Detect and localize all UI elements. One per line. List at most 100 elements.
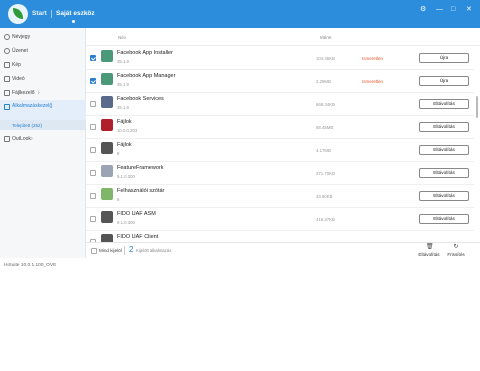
app-name: FIDO UAF Client bbox=[117, 234, 159, 240]
app-size: 58.45MB bbox=[316, 125, 334, 130]
scrollbar[interactable] bbox=[476, 96, 478, 118]
tab-divider bbox=[51, 10, 52, 18]
app-version: 35.1.9 bbox=[117, 105, 129, 110]
row-checkbox[interactable] bbox=[90, 170, 96, 176]
row-checkbox[interactable] bbox=[90, 78, 96, 84]
video-icon bbox=[4, 76, 10, 82]
status-text: Ismeretlen bbox=[362, 56, 384, 61]
app-list-panel: Név Méret Facebook App Installer 35.1.9 10… bbox=[86, 28, 480, 242]
app-version: 8 bbox=[117, 151, 120, 156]
sidebar-item-images[interactable]: Kép bbox=[0, 58, 86, 72]
app-icon bbox=[101, 50, 113, 62]
chevron-right-icon: › bbox=[38, 89, 40, 96]
folder-icon bbox=[4, 90, 10, 96]
title-bar: Start Saját eszköz ⚙ — □ ✕ bbox=[0, 0, 480, 28]
row-checkbox[interactable] bbox=[90, 55, 96, 61]
active-tab-indicator bbox=[72, 20, 75, 23]
app-icon bbox=[101, 234, 113, 242]
hisuite-logo-icon bbox=[8, 4, 28, 24]
maximize-icon[interactable]: □ bbox=[451, 6, 455, 13]
close-icon[interactable]: ✕ bbox=[466, 6, 472, 13]
app-name: Facebook App Manager bbox=[117, 73, 176, 79]
chevron-down-icon: ⌄ bbox=[49, 103, 54, 110]
select-all-label[interactable]: Mind kijelöl bbox=[99, 248, 122, 253]
table-row[interactable]: Facebook App Installer 35.1.9 104.45KB Isme… bbox=[86, 47, 474, 70]
table-row[interactable]: Fájlok 8 4.17MB Eltávolítás bbox=[86, 139, 474, 162]
table-row[interactable]: FIDO UAF ASM 9.1.0.300 415.37KB Eltávolítás bbox=[86, 208, 474, 231]
row-checkbox[interactable] bbox=[90, 193, 96, 199]
settings-icon[interactable]: ⚙ bbox=[420, 6, 426, 13]
row-action-button[interactable]: Eltávolítás bbox=[419, 191, 469, 201]
table-row[interactable]: FeatureFramework 9.1.0.300 271.70KB Eltávol… bbox=[86, 162, 474, 185]
app-size: 4.17MB bbox=[316, 148, 331, 153]
refresh-icon: ↻ bbox=[453, 244, 459, 250]
app-version: 35.1.9 bbox=[117, 82, 129, 87]
chevron-right-icon: › bbox=[31, 135, 33, 142]
app-icon bbox=[101, 188, 113, 200]
sidebar-item-messages[interactable]: Üzenet bbox=[0, 44, 86, 58]
image-icon bbox=[4, 62, 10, 68]
tab-start[interactable]: Start bbox=[32, 10, 47, 17]
sidebar-item-videos[interactable]: Videó bbox=[0, 72, 86, 86]
table-row[interactable]: Facebook Services 35.1.9 668.34KB Eltávolít… bbox=[86, 93, 474, 116]
divider bbox=[124, 246, 125, 255]
app-size: 668.34KB bbox=[316, 102, 335, 107]
app-icon bbox=[101, 119, 113, 131]
table-row[interactable]: FIDO UAF Client bbox=[86, 231, 474, 242]
row-action-button[interactable]: Eltávolítás bbox=[419, 168, 469, 178]
apps-icon bbox=[4, 104, 10, 110]
row-action-button[interactable]: Újra bbox=[419, 76, 469, 86]
table-header: Név Méret bbox=[86, 28, 480, 46]
uninstall-button[interactable]: 🗑 Eltávolítás bbox=[416, 244, 442, 258]
table-row[interactable]: Fájlok 10.0.0.203 58.45MB Eltávolítás bbox=[86, 116, 474, 139]
status-text: Ismeretlen bbox=[362, 79, 384, 84]
row-action-button[interactable]: Eltávolítás bbox=[419, 122, 469, 132]
app-icon bbox=[101, 211, 113, 223]
refresh-button[interactable]: ↻ Frissítés bbox=[443, 244, 469, 258]
minimize-icon[interactable]: — bbox=[436, 6, 443, 13]
app-icon bbox=[101, 142, 113, 154]
column-header-size[interactable]: Méret bbox=[320, 35, 332, 40]
row-action-button[interactable]: Eltávolítás bbox=[419, 99, 469, 109]
app-size: 33.80KB bbox=[316, 194, 333, 199]
app-version: 8 bbox=[117, 197, 120, 202]
app-name: Facebook App Installer bbox=[117, 50, 173, 56]
row-action-button[interactable]: Eltávolítás bbox=[419, 214, 469, 224]
table-row[interactable]: Facebook App Manager 35.1.9 2.29MB Ismeretl… bbox=[86, 70, 474, 93]
row-action-button[interactable]: Eltávolítás bbox=[419, 145, 469, 155]
row-checkbox[interactable] bbox=[90, 216, 96, 222]
sidebar-item-outlook[interactable]: OutLook › bbox=[0, 132, 86, 146]
selected-count-label: Kijelölt alkalmazás bbox=[136, 248, 172, 253]
app-size: 104.45KB bbox=[316, 56, 335, 61]
app-name: Fájlok bbox=[117, 142, 132, 148]
sidebar-item-file-manager[interactable]: Fájlkezelő › bbox=[0, 86, 86, 100]
version-text: HiSuite 10.0.1.100_OVE bbox=[4, 263, 57, 268]
table-row[interactable]: Felhasználói szótár 8 33.80KB Eltávolítás bbox=[86, 185, 474, 208]
selected-count: 2 bbox=[129, 245, 134, 254]
sidebar: Névjegy Üzenet Kép Videó Fájlkezelő › Al… bbox=[0, 28, 86, 258]
tab-my-device[interactable]: Saját eszköz bbox=[56, 10, 95, 17]
app-size: 2.29MB bbox=[316, 79, 331, 84]
action-bar: Mind kijelöl 2 Kijelölt alkalmazás 🗑 Elt… bbox=[86, 242, 480, 258]
app-version: 10.0.0.203 bbox=[117, 128, 138, 133]
app-version: 9.1.0.300 bbox=[117, 220, 135, 225]
app-version: 35.1.9 bbox=[117, 59, 129, 64]
outlook-icon bbox=[4, 136, 10, 142]
contacts-icon bbox=[4, 34, 10, 40]
sidebar-item-app-manager[interactable]: Alkalmazáskezelő ⌄ bbox=[0, 100, 86, 120]
row-action-button[interactable]: Újra bbox=[419, 53, 469, 63]
app-name: Fájlok bbox=[117, 119, 132, 125]
sidebar-subitem-installed[interactable]: Telepített (252) bbox=[0, 120, 86, 130]
row-checkbox[interactable] bbox=[90, 147, 96, 153]
app-size: 415.37KB bbox=[316, 217, 335, 222]
sidebar-item-contacts[interactable]: Névjegy bbox=[0, 30, 86, 44]
trash-icon: 🗑 bbox=[426, 244, 434, 250]
select-all-checkbox[interactable] bbox=[91, 248, 97, 254]
row-checkbox[interactable] bbox=[90, 101, 96, 107]
status-bar: HiSuite 10.0.1.100_OVE bbox=[0, 258, 86, 272]
app-name: FIDO UAF ASM bbox=[117, 211, 156, 217]
row-checkbox[interactable] bbox=[90, 124, 96, 130]
column-header-name[interactable]: Név bbox=[118, 35, 126, 40]
app-icon bbox=[101, 73, 113, 85]
app-version: 9.1.0.300 bbox=[117, 174, 135, 179]
